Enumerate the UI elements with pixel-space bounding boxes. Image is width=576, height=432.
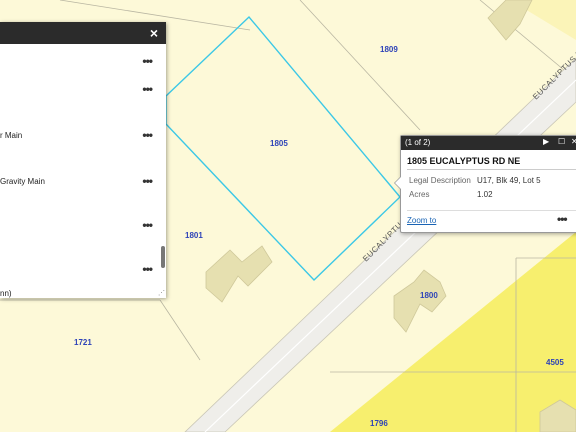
popup-pager: (1 of 2): [405, 138, 431, 147]
more-options-icon[interactable]: •••: [142, 54, 153, 68]
popup-title: 1805 EUCALYPTUS RD NE: [407, 156, 521, 166]
scrollbar-thumb[interactable]: [161, 246, 165, 268]
layer-item[interactable]: r Main •••: [0, 128, 166, 144]
popup-header: (1 of 2) ▶ ☐ ✕: [401, 136, 576, 150]
parcel-label-4505: 4505: [546, 358, 564, 367]
field-value: 1.02: [477, 190, 493, 199]
close-icon[interactable]: ×: [150, 25, 158, 41]
layer-list-panel: × ••• ••• r Main ••• Gravity Main ••• ••…: [0, 22, 166, 298]
more-options-icon[interactable]: •••: [142, 262, 153, 276]
parcel-label-1796: 1796: [370, 419, 388, 428]
field-key: Acres: [409, 190, 430, 199]
parcel-label-1801: 1801: [185, 231, 203, 240]
parcel-label-1805: 1805: [270, 139, 288, 148]
panel-header: ×: [0, 22, 166, 44]
field-key: Legal Description: [409, 176, 471, 185]
popup-pointer-inner: [395, 177, 401, 189]
layer-item[interactable]: •••: [0, 262, 166, 278]
layer-item[interactable]: Gravity Main •••: [0, 174, 166, 190]
close-icon[interactable]: ✕: [571, 137, 576, 146]
parcel-label-1809: 1809: [380, 45, 398, 54]
more-options-icon[interactable]: •••: [142, 128, 153, 142]
field-value: U17, Blk 49, Lot 5: [477, 176, 541, 185]
layer-item-label: nn): [0, 289, 12, 298]
more-options-icon[interactable]: •••: [142, 174, 153, 188]
more-options-icon[interactable]: •••: [142, 82, 153, 96]
divider: [407, 169, 576, 170]
parcel-label-1800: 1800: [420, 291, 438, 300]
layer-item[interactable]: nn): [0, 286, 166, 298]
maximize-icon[interactable]: ☐: [558, 137, 565, 146]
zoom-to-link[interactable]: Zoom to: [407, 216, 436, 225]
layer-item[interactable]: •••: [0, 54, 166, 70]
layer-item-label: r Main: [0, 131, 23, 140]
more-options-icon[interactable]: •••: [142, 218, 153, 232]
layer-item[interactable]: •••: [0, 218, 166, 234]
divider: [407, 210, 576, 211]
next-feature-icon[interactable]: ▶: [543, 137, 549, 146]
resize-grip-icon[interactable]: ⋰: [158, 290, 165, 297]
parcel-label-1721: 1721: [74, 338, 92, 347]
more-options-icon[interactable]: •••: [557, 212, 568, 226]
layer-item[interactable]: •••: [0, 82, 166, 98]
feature-popup: (1 of 2) ▶ ☐ ✕ 1805 EUCALYPTUS RD NE Leg…: [394, 135, 576, 233]
scrollbar[interactable]: [160, 44, 166, 298]
layer-item-label: Gravity Main: [0, 177, 45, 186]
